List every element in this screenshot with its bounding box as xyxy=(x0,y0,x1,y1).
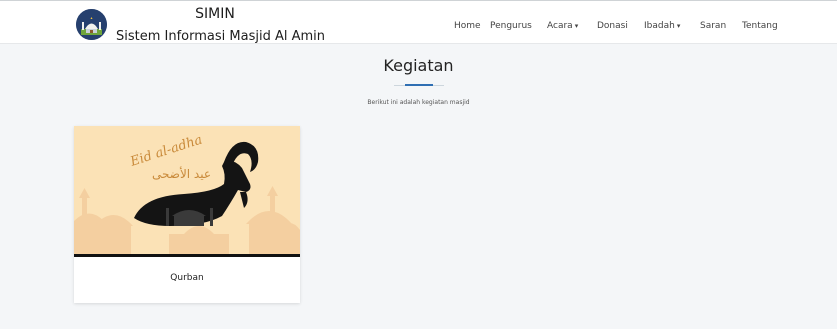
nav-item-label: Donasi xyxy=(597,21,628,31)
page-intro: Berikut ini adalah kegiatan masjid xyxy=(367,99,470,106)
nav-item-acara[interactable]: Acara ▾ xyxy=(547,20,578,34)
nav-item-label: Pengurus xyxy=(490,21,532,31)
nav-item-donasi[interactable]: Donasi xyxy=(597,20,628,34)
chevron-down-icon: ▾ xyxy=(676,22,681,30)
eid-al-adha-image[interactable]: Eid al-adha عيد الأضحى xyxy=(74,126,300,254)
card-title[interactable]: Qurban xyxy=(74,272,300,284)
card-image-arabic-text: عيد الأضحى xyxy=(152,166,211,181)
nav-item-tentang[interactable]: Tentang xyxy=(742,20,778,34)
chevron-down-icon: ▾ xyxy=(574,22,579,30)
mosque-logo-icon[interactable] xyxy=(76,9,107,40)
nav-item-pengurus[interactable]: Pengurus xyxy=(490,20,532,34)
page-title: Kegiatan xyxy=(383,56,454,75)
card-image-divider xyxy=(74,254,300,257)
nav-item-home[interactable]: Home xyxy=(454,20,481,34)
event-card[interactable]: Eid al-adha عيد الأضحى Qurban xyxy=(74,126,300,303)
navbar: SIMIN Sistem Informasi Masjid Al Amin Ho… xyxy=(0,0,837,44)
nav-item-label: Acara xyxy=(547,21,573,31)
nav-item-label: Saran xyxy=(700,21,727,31)
nav-item-saran[interactable]: Saran xyxy=(700,20,726,34)
nav-item-ibadah[interactable]: Ibadah ▾ xyxy=(644,20,680,34)
brand-title[interactable]: SIMIN xyxy=(120,7,310,22)
nav-item-label: Home xyxy=(454,21,481,31)
brand-subtitle[interactable]: Sistem Informasi Masjid Al Amin xyxy=(116,29,325,44)
nav-item-label: Tentang xyxy=(742,21,778,31)
title-divider-accent xyxy=(405,84,433,86)
nav-item-label: Ibadah xyxy=(644,21,675,31)
